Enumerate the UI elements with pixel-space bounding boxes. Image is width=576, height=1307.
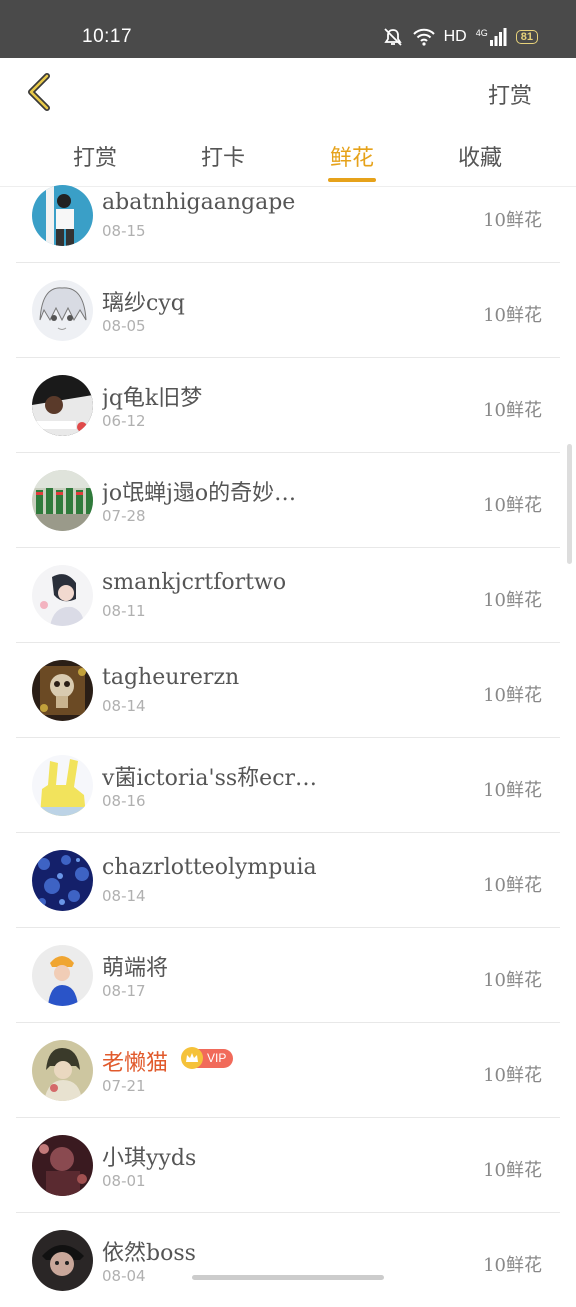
avatar: [32, 755, 93, 816]
user-name: jo氓蝉j遢o的奇妙…: [102, 481, 297, 506]
flower-list: abatnhigaangape 08-15 10鲜花 璃纱cyq 08-05 1…: [16, 168, 560, 1307]
avatar: [32, 470, 93, 531]
avatar: [32, 565, 93, 626]
user-name: 璃纱cyq: [102, 291, 185, 316]
date-label: 08-11: [102, 602, 146, 620]
flower-amount: 10鲜花: [483, 305, 542, 326]
avatar: [32, 1230, 93, 1291]
signal-icon: 4G: [476, 28, 507, 46]
date-label: 08-14: [102, 887, 146, 905]
list-item[interactable]: 小琪yyds 08-01 10鲜花: [16, 1118, 560, 1213]
list-item[interactable]: 璃纱cyq 08-05 10鲜花: [16, 263, 560, 358]
flower-amount: 10鲜花: [483, 495, 542, 516]
user-name: v菌ictoria'ss称ecr…: [102, 766, 318, 791]
flower-amount: 10鲜花: [483, 400, 542, 421]
scrollbar[interactable]: [567, 444, 572, 564]
list-item[interactable]: jo氓蝉j遢o的奇妙… 07-28 10鲜花: [16, 453, 560, 548]
status-time: 10:17: [82, 26, 133, 47]
flower-amount: 10鲜花: [483, 685, 542, 706]
date-label: 08-15: [102, 222, 146, 240]
avatar: [32, 660, 93, 721]
status-bar: 10:17 HD 4G 81: [0, 0, 576, 58]
list-item[interactable]: tagheurerzn 08-14 10鲜花: [16, 643, 560, 738]
avatar: [32, 280, 93, 341]
signal-type-label: 4G: [475, 28, 488, 38]
avatar: [32, 1135, 93, 1196]
list-item[interactable]: chazrlotteolympuia 08-14 10鲜花: [16, 833, 560, 928]
flower-amount: 10鲜花: [483, 210, 542, 231]
date-label: 08-16: [102, 792, 146, 810]
user-name: 老懒猫: [102, 1051, 169, 1076]
avatar: [32, 1040, 93, 1101]
list-item[interactable]: abatnhigaangape 08-15 10鲜花: [16, 168, 560, 263]
avatar: [32, 375, 93, 436]
back-button[interactable]: [20, 70, 60, 114]
date-label: 08-01: [102, 1172, 146, 1190]
user-name: chazrlotteolympuia: [102, 855, 317, 880]
avatar: [32, 850, 93, 911]
date-label: 06-12: [102, 412, 146, 430]
home-indicator[interactable]: [192, 1275, 384, 1280]
list-item[interactable]: smankjcrtfortwo 08-11 10鲜花: [16, 548, 560, 643]
network-label: HD: [443, 28, 467, 45]
user-name: 依然boss: [102, 1241, 196, 1266]
list-item[interactable]: 依然boss 08-04 10鲜花: [16, 1213, 560, 1307]
date-label: 08-17: [102, 982, 146, 1000]
flower-amount: 10鲜花: [483, 590, 542, 611]
top-header: 打赏: [0, 58, 576, 128]
avatar: [32, 185, 93, 246]
list-item[interactable]: jq龟k旧梦 06-12 10鲜花: [16, 358, 560, 453]
list-item[interactable]: 萌端将 08-17 10鲜花: [16, 928, 560, 1023]
status-icons: HD 4G 81: [382, 27, 538, 47]
flower-amount: 10鲜花: [483, 780, 542, 801]
flower-amount: 10鲜花: [483, 1065, 542, 1086]
flower-amount: 10鲜花: [483, 970, 542, 991]
date-label: 07-21: [102, 1077, 146, 1095]
user-name: 萌端将: [102, 956, 169, 981]
user-name: jq龟k旧梦: [102, 386, 203, 411]
crown-icon: [181, 1047, 203, 1069]
vip-badge: VIP: [181, 1047, 234, 1069]
date-label: 08-04: [102, 1267, 146, 1285]
avatar: [32, 945, 93, 1006]
chevron-left-icon: [28, 73, 50, 111]
user-name: tagheurerzn: [102, 665, 240, 690]
wifi-icon: [412, 28, 435, 46]
user-name: smankjcrtfortwo: [102, 570, 287, 595]
date-label: 07-28: [102, 507, 146, 525]
reward-action-button[interactable]: 打赏: [488, 78, 532, 110]
mute-icon: [382, 27, 404, 47]
user-name: abatnhigaangape: [102, 190, 296, 215]
list-item[interactable]: v菌ictoria'ss称ecr… 08-16 10鲜花: [16, 738, 560, 833]
flower-amount: 10鲜花: [483, 875, 542, 896]
battery-icon: 81: [515, 30, 538, 44]
date-label: 08-05: [102, 317, 146, 335]
date-label: 08-14: [102, 697, 146, 715]
user-name: 小琪yyds: [102, 1146, 197, 1171]
flower-amount: 10鲜花: [483, 1255, 542, 1276]
list-item[interactable]: 老懒猫 VIP 07-21 10鲜花: [16, 1023, 560, 1118]
flower-amount: 10鲜花: [483, 1160, 542, 1181]
